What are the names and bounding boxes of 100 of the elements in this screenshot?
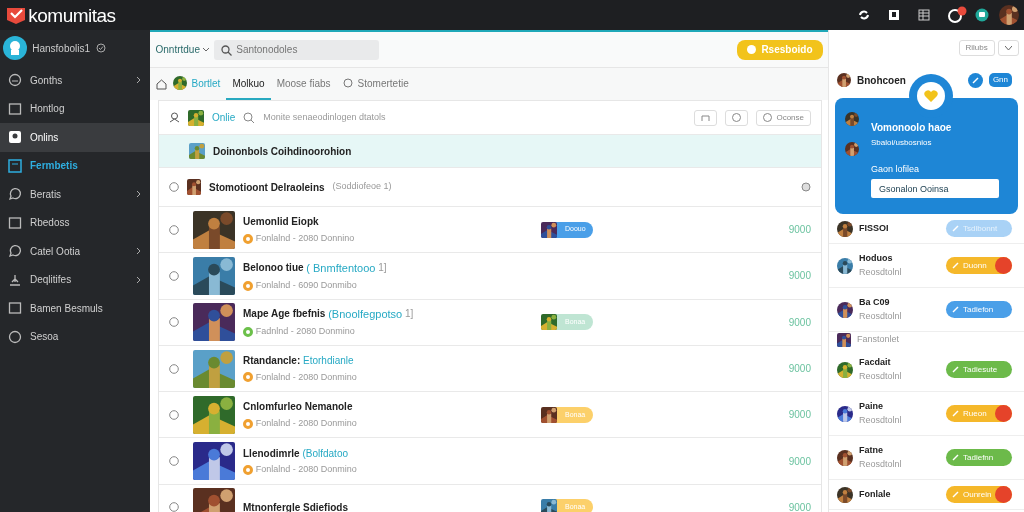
person-name: Fatne [859,444,884,457]
pencil-icon [952,225,959,232]
sidebar-item[interactable]: Onlins [0,123,150,152]
pencil-icon [952,366,959,373]
avatar-icon [2,36,27,60]
person-icon [8,130,22,145]
row-title: Belonoo tiue [243,260,304,275]
group-title: Stomotioont Delraoleins [209,180,325,195]
card-subtitle: Sbaloi/usbosnios [871,137,933,149]
share-button[interactable] [694,109,718,126]
note-text: Fanstonlet [857,333,900,347]
verified-icon [95,43,106,53]
sidebar-item[interactable]: Deqlitifes [0,265,150,294]
grid-icon[interactable] [916,8,931,22]
action-button[interactable]: Tadiesute [946,361,1012,378]
person-role: Reosdtolnl [859,413,903,427]
edit-icon[interactable] [967,72,983,88]
circle-icon [342,78,353,88]
caret-icon [202,47,209,52]
tab[interactable]: Molkuo [226,68,271,100]
square-icon [8,101,22,116]
row-subtitle: Fonlalnd - 2080 Donmino [255,370,357,384]
group-count: (Soddiofeoe 1) [332,180,393,194]
caret-icon [1004,45,1012,51]
chat-icon [8,187,22,202]
radio-button[interactable] [169,363,179,374]
profile-name: Bnohcoen [857,73,907,88]
document-icon[interactable] [886,8,901,22]
person-name: FISSOI [859,221,890,235]
square-icon [8,301,22,316]
recycle-icon[interactable] [856,8,871,22]
filter-button[interactable]: Oconse [756,109,811,126]
search-icon [221,44,233,56]
tool-icon [8,272,22,287]
person-role: Reosdtolnl [859,265,903,279]
row-title: Rtandancle: [243,353,301,368]
row-tag[interactable]: Etorhdianle [303,352,354,368]
tab[interactable]: Bortlet [166,68,227,100]
row-title: Llenodimrle [243,446,300,461]
search-field[interactable]: Santonodoles [214,39,380,60]
sidebar-item[interactable]: Beratis [0,180,150,209]
person-role: Reosdtolnl [859,369,903,383]
sidebar-item[interactable]: Catel Ootia [0,237,150,266]
person-role: Reosdtolnl [859,457,903,471]
row-subtitle: Fonlalnd - 2080 Donmino [255,416,357,430]
dropdown[interactable]: Onntrtdue [155,42,209,57]
notification-icon[interactable] [946,6,967,24]
sidebar-item[interactable]: Hontlog [0,94,150,123]
filter-label[interactable]: Onlie [212,110,236,125]
radio-button[interactable] [169,409,179,420]
circle-icon [8,329,22,344]
pencil-icon [952,306,959,313]
dropdown-button[interactable] [997,40,1019,56]
row-count: 1] [404,306,414,321]
filter-text: Monite senaeodinlogen dtatols [263,110,387,124]
person-name: Paine [859,400,884,413]
input-field[interactable]: Gsonalon Ooinsa [871,179,999,199]
row-tag[interactable]: ( Bnmftentooo [306,259,376,277]
radio-button[interactable] [169,270,179,281]
person-name: Ba C09 [859,296,891,309]
row-value: 9000 [788,315,811,330]
sidebar-item[interactable]: Rbedoss [0,208,150,237]
app-title: komumitas [28,5,116,25]
radio-button[interactable] [169,502,179,512]
sidebar-item[interactable]: Sesoa [0,322,150,351]
tab[interactable]: Moose fiabs [270,68,337,100]
sidebar-item[interactable]: Fermbetis [0,151,150,180]
panel-button[interactable]: Rilubs [958,40,995,56]
action-button[interactable]: Tadiefon [946,301,1012,318]
home-icon [155,78,167,90]
pencil-icon [952,491,959,498]
row-subtitle: Fonlalnd - 6090 Donmibo [255,278,357,292]
radio-button[interactable] [169,224,179,235]
pencil-icon [952,262,959,269]
tab[interactable]: Stomertetie [336,68,415,100]
chat-icon[interactable] [974,8,989,22]
sidebar-item[interactable]: Gonths [0,66,150,95]
row-subtitle: Fadnlnd - 2080 Donmino [255,325,355,339]
radio-button[interactable] [169,456,179,467]
row-value: 9000 [788,408,811,423]
history-button[interactable] [725,109,749,126]
sidebar-item[interactable]: Bamen Besmuls [0,294,150,323]
row-tag[interactable]: (Bolfdatoo [302,445,349,461]
field-label: Gaon lofilea [871,163,921,176]
radio-button[interactable] [169,317,179,328]
pencil-icon [952,454,959,461]
row-count: 1] [378,260,387,275]
profile-badge: Gnn [988,73,1012,87]
status-icon [801,182,811,192]
row-title: Cnlomfurleo Nemanole [243,400,353,415]
person-name: Facdait [859,356,892,369]
action-button[interactable]: Tadiefnn [946,449,1012,466]
row-tag[interactable]: (Bnoolfegpotso [328,305,403,323]
tag-icon [746,45,756,54]
radio-button[interactable] [169,182,179,192]
row-value: 9000 [788,269,811,284]
row-value: 9000 [788,223,811,238]
card-title: Vomonoolo haoe [871,121,953,135]
highlight-title: Doinonbols Coihdinoorohion [213,144,352,159]
row-title: Mape Age fbefnis [243,306,326,321]
